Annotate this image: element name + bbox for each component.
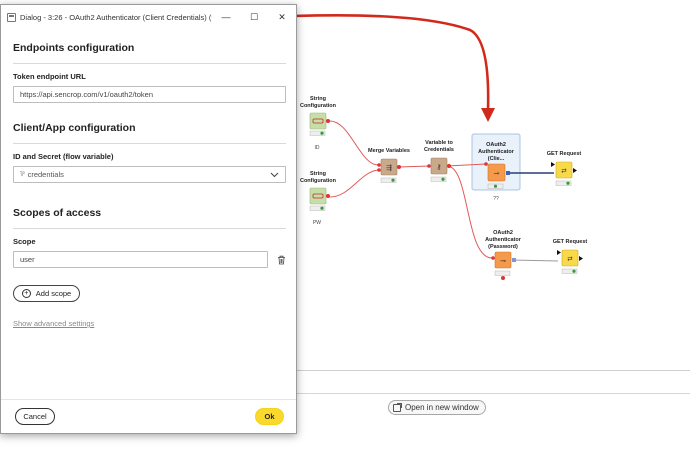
connection-config2-merge <box>329 169 379 198</box>
dialog-footer: Cancel Ok <box>1 399 296 433</box>
close-button[interactable]: ✕ <box>268 5 296 29</box>
node-title: Variable to <box>425 140 453 146</box>
annotation-arrowhead <box>481 108 495 122</box>
minimize-button[interactable]: — <box>212 5 240 29</box>
key-icon: ⊸ <box>494 171 500 178</box>
status-dot <box>572 269 576 273</box>
add-scope-button[interactable]: + Add scope <box>13 285 80 302</box>
node-merge-variables[interactable]: Merge Variables ⇶ <box>368 148 410 183</box>
client-config-heading: Client/App configuration <box>13 122 136 134</box>
plus-circle-icon: + <box>21 289 31 298</box>
input-port <box>377 163 381 167</box>
section-divider <box>13 228 286 229</box>
node-string-configuration-id[interactable]: String Configuration ID <box>300 96 337 151</box>
token-endpoint-input[interactable] <box>13 86 286 103</box>
node-title: GET Request <box>547 151 582 157</box>
status-dot <box>441 177 445 181</box>
output-port <box>506 171 510 175</box>
open-in-new-window-label: Open in new window <box>405 403 479 412</box>
status-dot <box>493 184 498 188</box>
maximize-button[interactable]: ☐ <box>240 5 268 29</box>
node-get-request-1[interactable]: GET Request ⇄ <box>547 151 582 186</box>
key-icon: ⊸ <box>500 258 506 265</box>
connection-oauthpw-get2 <box>511 259 559 262</box>
node-title: Merge Variables <box>368 148 410 154</box>
token-endpoint-label: Token endpoint URL <box>13 72 86 81</box>
node-title: String <box>310 96 326 102</box>
status-dot <box>566 181 570 185</box>
node-title: (Password) <box>488 244 518 250</box>
dialog-content: Endpoints configuration Token endpoint U… <box>1 42 296 331</box>
get-request-icon: ⇄ <box>561 168 567 175</box>
section-divider <box>13 63 286 64</box>
credentials-icon: ⚷ <box>436 164 441 171</box>
node-oauth2-authenticator-password[interactable]: OAuth2 Authenticator (Password) ⊸ <box>485 230 522 280</box>
cancel-button[interactable]: Cancel <box>15 408 55 425</box>
status-dot <box>320 206 324 210</box>
output-port <box>579 256 583 261</box>
input-port <box>557 250 561 255</box>
credentials-select[interactable]: ⅌ credentials <box>13 166 286 183</box>
credentials-select-value: credentials <box>27 170 64 179</box>
node-title: OAuth2 <box>486 142 506 148</box>
add-scope-label: Add scope <box>35 289 72 298</box>
input-port <box>427 164 431 168</box>
node-title: Authenticator <box>485 237 522 243</box>
scope-label: Scope <box>13 237 36 246</box>
node-title: Configuration <box>300 178 337 184</box>
output-port <box>447 164 451 168</box>
dialog-titlebar[interactable]: Dialog - 3:26 - OAuth2 Authenticator (Cl… <box>1 5 296 29</box>
connection-merge-v2c <box>397 165 431 168</box>
chevron-down-icon <box>269 170 279 180</box>
connection-config1-merge <box>329 120 379 166</box>
node-title: Configuration <box>300 103 337 109</box>
node-body <box>309 112 327 130</box>
input-port <box>551 162 555 167</box>
output-port <box>512 258 516 262</box>
input-port <box>377 168 381 172</box>
show-advanced-settings-link[interactable]: Show advanced settings <box>13 319 94 328</box>
id-secret-label: ID and Secret (flow variable) <box>13 152 114 161</box>
ok-button[interactable]: Ok <box>255 408 284 425</box>
scope-input[interactable] <box>13 251 268 268</box>
node-title: String <box>310 171 326 177</box>
get-request-icon: ⇄ <box>567 256 573 263</box>
window-icon <box>7 12 16 22</box>
merge-icon: ⇶ <box>386 164 392 172</box>
node-title: (Clie... <box>488 156 505 162</box>
flow-variable-icon: ⅌ <box>20 171 25 178</box>
node-title: Authenticator <box>478 149 515 155</box>
node-caption: PW <box>313 220 321 226</box>
external-window-icon <box>393 402 402 412</box>
output-port <box>326 119 330 123</box>
node-caption: ID <box>315 145 320 151</box>
node-get-request-2[interactable]: GET Request ⇄ <box>553 239 588 274</box>
output-port <box>397 165 401 169</box>
status-traffic-light <box>494 270 511 276</box>
status-dot <box>391 178 395 182</box>
node-title: GET Request <box>553 239 588 245</box>
open-in-new-window-button[interactable]: Open in new window <box>388 400 486 415</box>
scopes-heading: Scopes of access <box>13 207 102 219</box>
oauth2-dialog: Dialog - 3:26 - OAuth2 Authenticator (Cl… <box>0 4 297 434</box>
endpoints-heading: Endpoints configuration <box>13 42 135 54</box>
status-dot <box>320 131 324 135</box>
output-port <box>573 168 577 173</box>
node-title: Credentials <box>424 147 454 153</box>
node-caption: ?? <box>493 196 499 202</box>
trash-icon[interactable] <box>268 251 286 268</box>
status-dot-error <box>501 276 505 280</box>
node-body <box>309 187 327 205</box>
section-divider <box>13 143 286 144</box>
dialog-title: Dialog - 3:26 - OAuth2 Authenticator (Cl… <box>20 12 212 22</box>
input-port <box>491 256 495 260</box>
scope-row <box>13 251 286 268</box>
node-title: OAuth2 <box>493 230 513 236</box>
node-string-configuration-pw[interactable]: String Configuration PW <box>300 171 337 226</box>
node-variable-to-credentials[interactable]: Variable to Credentials ⚷ <box>424 140 454 182</box>
input-port <box>484 162 488 166</box>
output-port <box>326 194 330 198</box>
